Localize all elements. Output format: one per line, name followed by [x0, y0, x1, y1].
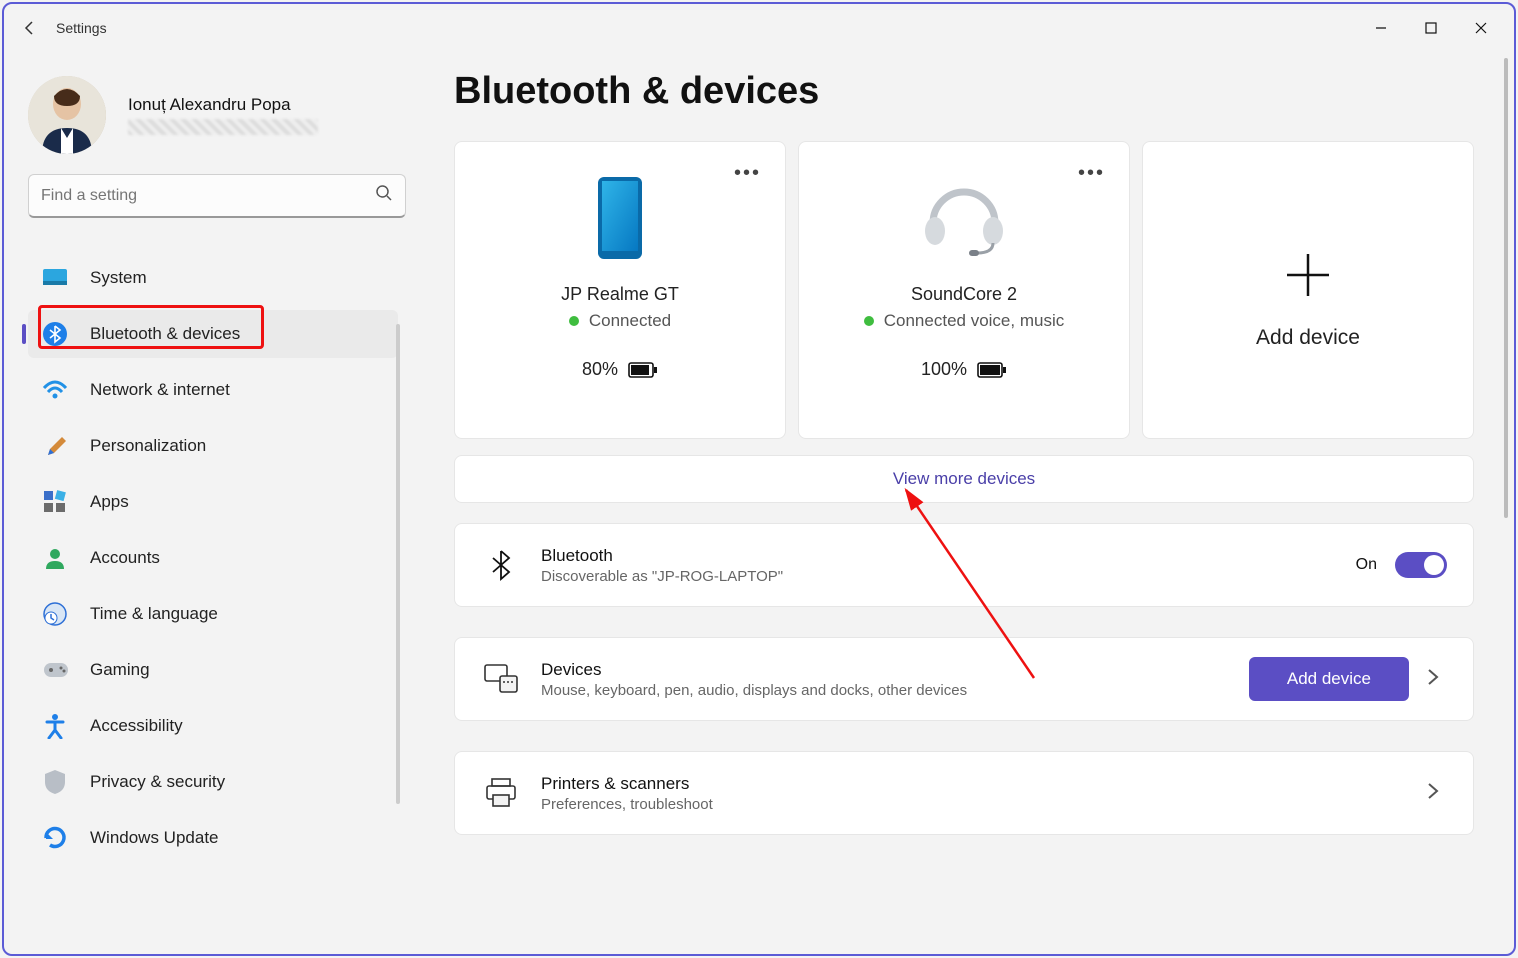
status-dot-icon [864, 316, 874, 326]
phone-icon [596, 168, 644, 268]
system-icon [42, 265, 68, 291]
apps-icon [42, 489, 68, 515]
plus-icon [1281, 248, 1335, 314]
sidebar-item-network[interactable]: Network & internet [28, 366, 398, 414]
sidebar-item-label: Apps [90, 492, 129, 512]
main-scrollbar[interactable] [1504, 58, 1508, 518]
sidebar-item-label: Privacy & security [90, 772, 225, 792]
more-icon[interactable]: ••• [734, 162, 761, 185]
update-icon [42, 825, 68, 851]
printers-row[interactable]: Printers & scanners Preferences, trouble… [454, 751, 1474, 835]
sidebar-item-gaming[interactable]: Gaming [28, 646, 398, 694]
devices-sub: Mouse, keyboard, pen, audio, displays an… [541, 682, 1249, 699]
printers-sub: Preferences, troubleshoot [541, 796, 1427, 813]
printers-title: Printers & scanners [541, 774, 1427, 794]
sidebar-item-label: Personalization [90, 436, 206, 456]
battery-icon [628, 362, 658, 378]
device-battery: 100% [921, 359, 1007, 380]
search-input[interactable] [41, 187, 375, 205]
clock-icon [42, 601, 68, 627]
wifi-icon [42, 377, 68, 403]
sidebar-item-label: System [90, 268, 147, 288]
account-icon [42, 545, 68, 571]
main-content: Bluetooth & devices ••• JP Realme GT Con… [414, 52, 1514, 954]
sidebar-item-label: Time & language [90, 604, 218, 624]
sidebar-item-time[interactable]: Time & language [28, 590, 398, 638]
add-device-button[interactable]: Add device [1249, 657, 1409, 701]
maximize-button[interactable] [1406, 8, 1456, 48]
gamepad-icon [42, 657, 68, 683]
device-battery: 80% [582, 359, 658, 380]
page-title: Bluetooth & devices [454, 70, 1474, 113]
sidebar-item-personalization[interactable]: Personalization [28, 422, 398, 470]
device-name: JP Realme GT [561, 284, 679, 305]
status-dot-icon [569, 316, 579, 326]
search-icon [375, 184, 393, 207]
device-card-headset[interactable]: ••• SoundCore 2 Connected voice, music 1… [798, 141, 1130, 439]
view-more-devices[interactable]: View more devices [454, 455, 1474, 503]
app-title: Settings [56, 20, 107, 36]
user-profile[interactable]: Ionuț Alexandru Popa [28, 52, 414, 174]
sidebar-item-accessibility[interactable]: Accessibility [28, 702, 398, 750]
chevron-right-icon [1427, 782, 1447, 805]
accessibility-icon [42, 713, 68, 739]
search-box[interactable] [28, 174, 406, 218]
back-button[interactable] [22, 20, 38, 36]
device-status: Connected [569, 311, 671, 331]
sidebar-item-label: Gaming [90, 660, 150, 680]
devices-icon [481, 664, 521, 694]
sidebar-item-apps[interactable]: Apps [28, 478, 398, 526]
nav-list: System Bluetooth & devices Network & int… [28, 254, 414, 868]
bluetooth-row[interactable]: Bluetooth Discoverable as "JP-ROG-LAPTOP… [454, 523, 1474, 607]
sidebar-item-accounts[interactable]: Accounts [28, 534, 398, 582]
more-icon[interactable]: ••• [1078, 162, 1105, 185]
add-device-label: Add device [1256, 326, 1360, 350]
bluetooth-toggle[interactable] [1395, 552, 1447, 578]
sidebar-item-label: Network & internet [90, 380, 230, 400]
bluetooth-icon [481, 549, 521, 581]
brush-icon [42, 433, 68, 459]
sidebar-item-label: Bluetooth & devices [90, 324, 240, 344]
shield-icon [42, 769, 68, 795]
devices-title: Devices [541, 660, 1249, 680]
add-device-card[interactable]: Add device [1142, 141, 1474, 439]
chevron-right-icon [1427, 668, 1447, 691]
close-button[interactable] [1456, 8, 1506, 48]
sidebar: Ionuț Alexandru Popa System Bluetooth & … [4, 52, 414, 954]
user-name: Ionuț Alexandru Popa [128, 95, 318, 115]
device-name: SoundCore 2 [911, 284, 1017, 305]
sidebar-item-label: Accessibility [90, 716, 183, 736]
minimize-button[interactable] [1356, 8, 1406, 48]
sidebar-item-label: Accounts [90, 548, 160, 568]
toggle-label: On [1356, 556, 1377, 574]
titlebar: Settings [4, 4, 1514, 52]
devices-row[interactable]: Devices Mouse, keyboard, pen, audio, dis… [454, 637, 1474, 721]
sidebar-item-privacy[interactable]: Privacy & security [28, 758, 398, 806]
device-card-phone[interactable]: ••• JP Realme GT Connected 80% [454, 141, 786, 439]
printer-icon [481, 778, 521, 808]
sidebar-item-update[interactable]: Windows Update [28, 814, 398, 862]
battery-icon [977, 362, 1007, 378]
sidebar-item-system[interactable]: System [28, 254, 398, 302]
sidebar-item-label: Windows Update [90, 828, 219, 848]
sidebar-scrollbar[interactable] [396, 324, 400, 804]
user-email-redacted [128, 119, 318, 135]
avatar [28, 76, 106, 154]
bluetooth-icon [42, 321, 68, 347]
headset-icon [921, 168, 1007, 268]
bluetooth-title: Bluetooth [541, 546, 1356, 566]
bluetooth-sub: Discoverable as "JP-ROG-LAPTOP" [541, 568, 1356, 585]
device-status: Connected voice, music [864, 311, 1064, 331]
sidebar-item-bluetooth[interactable]: Bluetooth & devices [28, 310, 398, 358]
